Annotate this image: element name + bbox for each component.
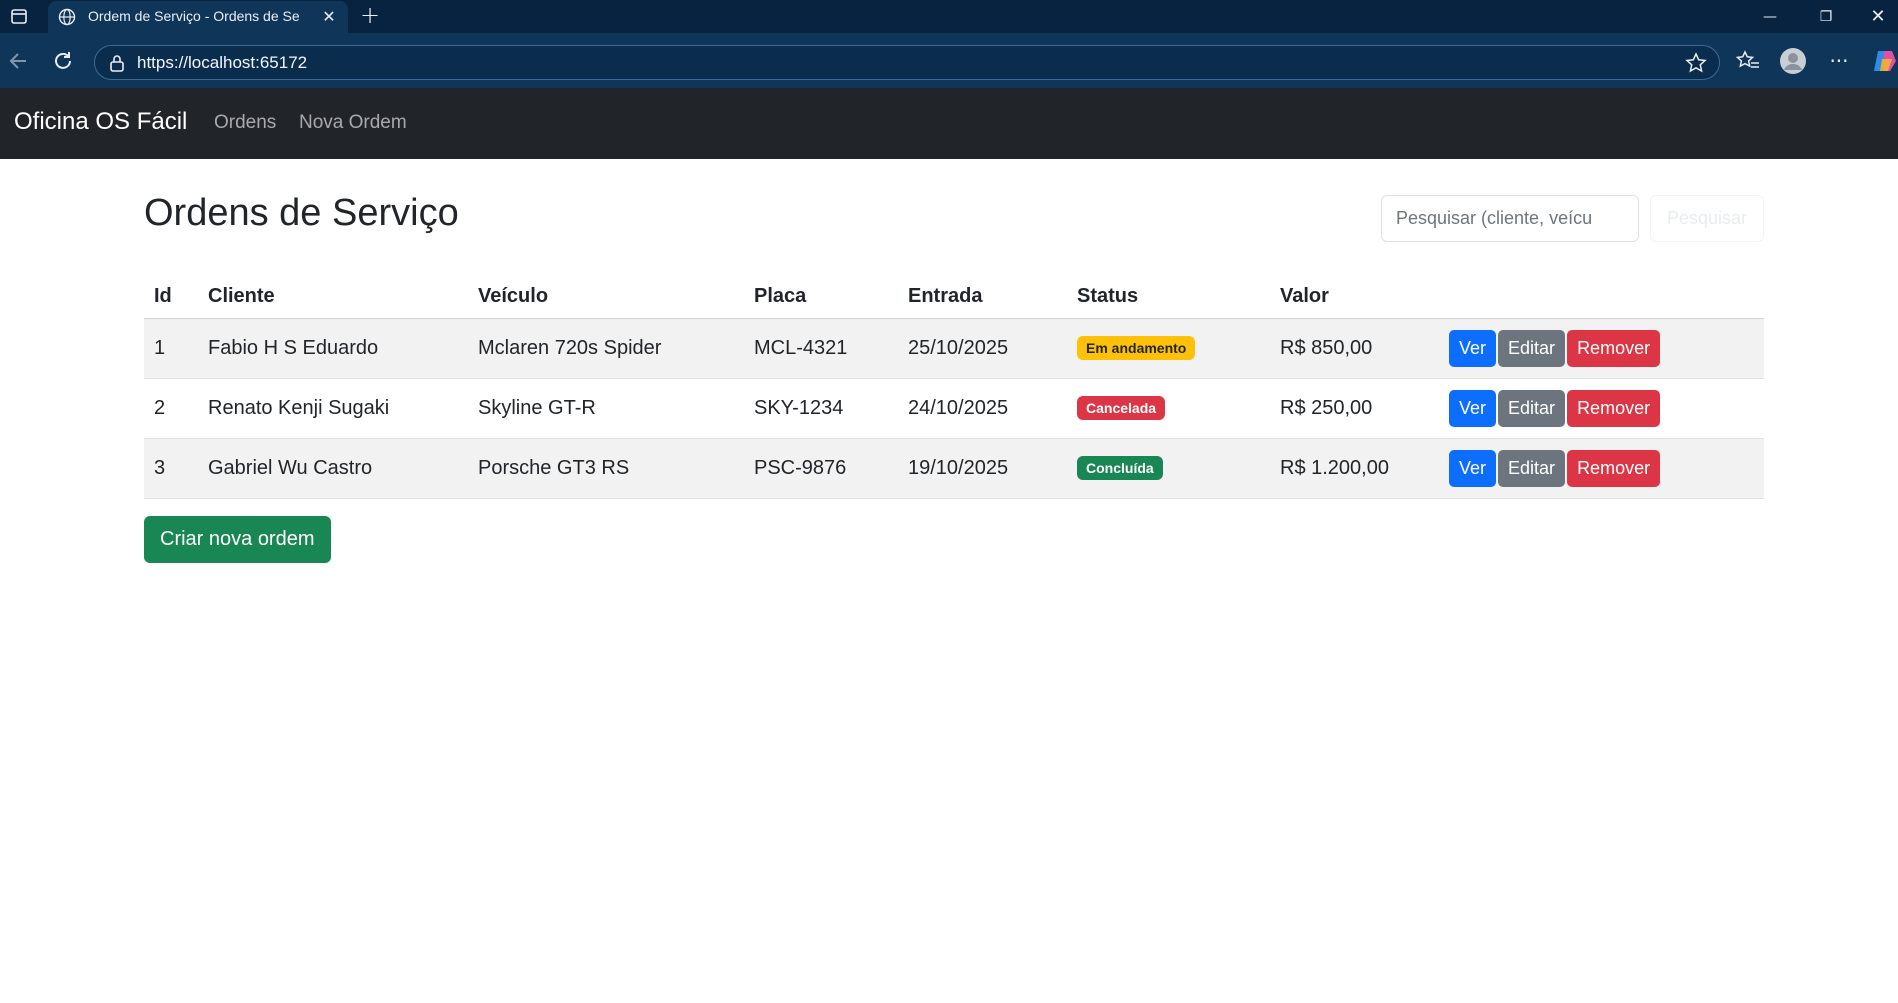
remove-button[interactable]: Remover — [1567, 449, 1661, 487]
edit-button[interactable]: Editar — [1498, 449, 1566, 487]
minimize-icon[interactable]: — — [1750, 4, 1790, 30]
cell-id: 1 — [144, 318, 198, 379]
browser-tab-bar: Ordem de Serviço - Ordens de Se ✕ + — ❐ … — [0, 0, 1898, 33]
cell-cliente: Gabriel Wu Castro — [198, 438, 468, 499]
cell-status: Em andamento — [1067, 318, 1270, 379]
orders-table: Id Cliente Veículo Placa Entrada Status … — [144, 276, 1764, 499]
tab-actions-icon[interactable] — [6, 6, 32, 28]
favorite-star-icon[interactable] — [1685, 52, 1707, 74]
globe-icon — [58, 8, 76, 26]
view-button[interactable]: Ver — [1449, 329, 1497, 367]
cell-actions: Ver Editar Remover — [1439, 318, 1764, 379]
lock-icon[interactable] — [107, 53, 127, 73]
remove-button[interactable]: Remover — [1567, 329, 1661, 367]
close-window-icon[interactable]: ✕ — [1858, 4, 1898, 30]
view-button[interactable]: Ver — [1449, 449, 1497, 487]
back-arrow-icon[interactable] — [6, 48, 32, 74]
cell-status: Cancelada — [1067, 378, 1270, 439]
cell-veiculo: Skyline GT-R — [468, 378, 744, 439]
column-header-status: Status — [1067, 276, 1270, 319]
tab-title: Ordem de Serviço - Ordens de Se — [88, 8, 300, 24]
profile-avatar-icon[interactable] — [1779, 47, 1807, 75]
cell-veiculo: Mclaren 720s Spider — [468, 318, 744, 379]
cell-entrada: 19/10/2025 — [898, 438, 1067, 499]
close-tab-icon[interactable]: ✕ — [319, 7, 339, 27]
cell-id: 3 — [144, 438, 198, 499]
browser-address-bar: https://localhost:65172 ··· — [0, 33, 1898, 88]
cell-placa: SKY-1234 — [744, 378, 898, 439]
more-menu-icon[interactable]: ··· — [1825, 47, 1853, 75]
status-badge: Em andamento — [1077, 336, 1196, 360]
table-row: 3 Gabriel Wu Castro Porsche GT3 RS PSC-9… — [144, 438, 1764, 499]
table-row: 1 Fabio H S Eduardo Mclaren 720s Spider … — [144, 318, 1764, 379]
status-badge: Cancelada — [1077, 396, 1166, 420]
column-header-id: Id — [144, 276, 198, 319]
url-field[interactable]: https://localhost:65172 — [94, 45, 1720, 80]
nav-link-nova-ordem[interactable]: Nova Ordem — [299, 112, 407, 134]
column-header-veiculo: Veículo — [468, 276, 744, 319]
reload-icon[interactable] — [50, 48, 76, 74]
edit-button[interactable]: Editar — [1498, 389, 1566, 427]
restore-icon[interactable]: ❐ — [1806, 4, 1846, 30]
search-input[interactable] — [1381, 195, 1639, 242]
status-badge: Concluída — [1077, 456, 1163, 480]
cell-placa: MCL-4321 — [744, 318, 898, 379]
cell-cliente: Renato Kenji Sugaki — [198, 378, 468, 439]
column-header-actions — [1439, 276, 1764, 319]
table-header-row: Id Cliente Veículo Placa Entrada Status … — [144, 276, 1764, 319]
column-header-valor: Valor — [1270, 276, 1439, 319]
column-header-entrada: Entrada — [898, 276, 1067, 319]
copilot-icon[interactable] — [1870, 47, 1898, 75]
cell-status: Concluída — [1067, 438, 1270, 499]
edit-button[interactable]: Editar — [1498, 329, 1566, 367]
cell-veiculo: Porsche GT3 RS — [468, 438, 744, 499]
cell-entrada: 25/10/2025 — [898, 318, 1067, 379]
page-title: Ordens de Serviço — [144, 192, 459, 234]
cell-actions: Ver Editar Remover — [1439, 378, 1764, 439]
brand-logo[interactable]: Oficina OS Fácil — [14, 108, 187, 136]
remove-button[interactable]: Remover — [1567, 389, 1661, 427]
cell-valor: R$ 850,00 — [1270, 318, 1439, 379]
view-button[interactable]: Ver — [1449, 389, 1497, 427]
cell-cliente: Fabio H S Eduardo — [198, 318, 468, 379]
app-navbar: Oficina OS Fácil Ordens Nova Ordem — [0, 88, 1898, 159]
cell-valor: R$ 250,00 — [1270, 378, 1439, 439]
browser-tab-active[interactable]: Ordem de Serviço - Ordens de Se ✕ — [48, 1, 348, 33]
favorites-icon[interactable] — [1734, 47, 1762, 75]
url-text: https://localhost:65172 — [137, 53, 308, 72]
column-header-cliente: Cliente — [198, 276, 468, 319]
new-tab-icon[interactable]: + — [357, 3, 383, 29]
cell-placa: PSC-9876 — [744, 438, 898, 499]
cell-actions: Ver Editar Remover — [1439, 438, 1764, 499]
search-button[interactable]: Pesquisar — [1650, 195, 1764, 242]
cell-entrada: 24/10/2025 — [898, 378, 1067, 439]
nav-link-ordens[interactable]: Ordens — [214, 112, 276, 134]
cell-id: 2 — [144, 378, 198, 439]
cell-valor: R$ 1.200,00 — [1270, 438, 1439, 499]
create-order-button[interactable]: Criar nova ordem — [144, 516, 331, 563]
column-header-placa: Placa — [744, 276, 898, 319]
table-row: 2 Renato Kenji Sugaki Skyline GT-R SKY-1… — [144, 378, 1764, 439]
